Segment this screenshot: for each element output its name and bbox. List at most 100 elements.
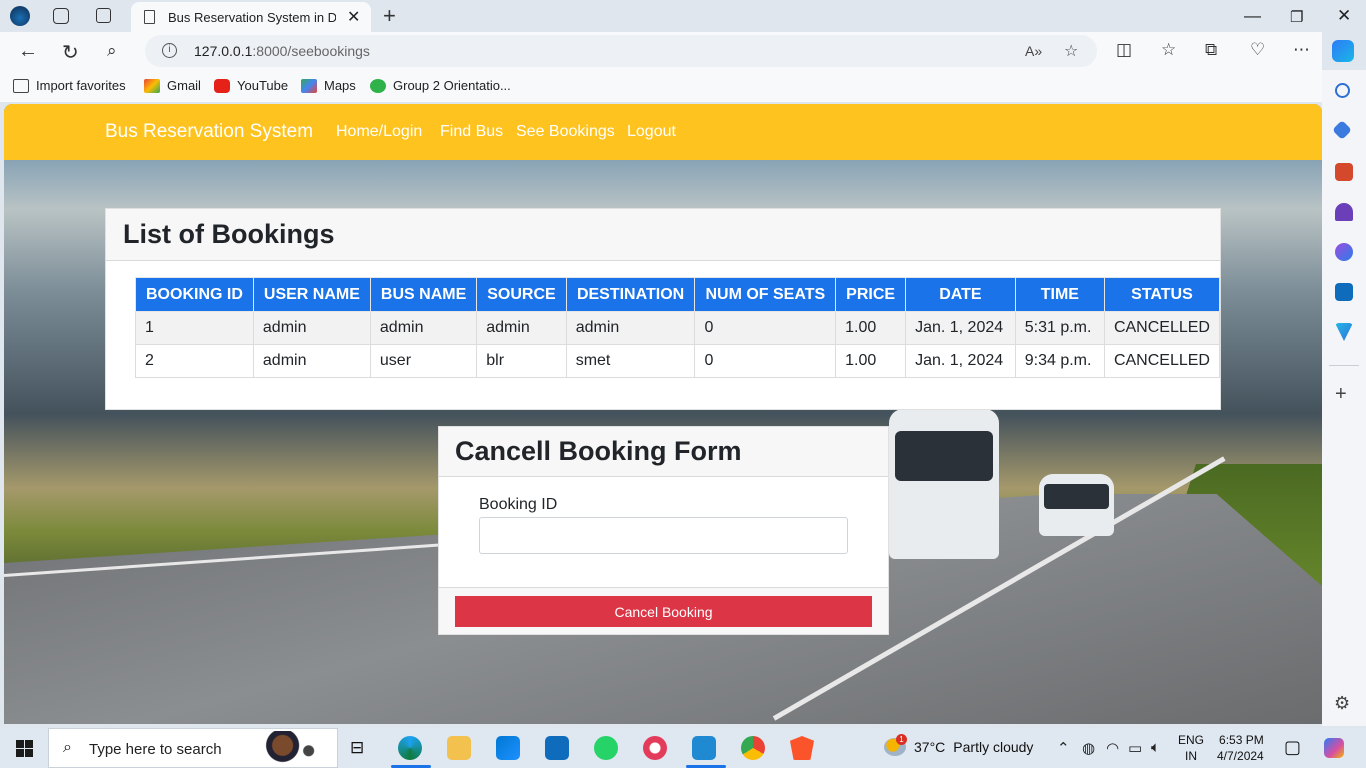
microsoft365-icon[interactable] xyxy=(1335,243,1353,261)
brave-icon[interactable] xyxy=(790,736,814,760)
whatsapp-icon[interactable] xyxy=(594,736,618,760)
sidebar-search-icon[interactable] xyxy=(1335,83,1350,98)
nav-see-bookings[interactable]: See Bookings xyxy=(516,123,615,141)
table-cell: CANCELLED xyxy=(1103,344,1221,378)
youtube-icon xyxy=(214,78,230,93)
restore-icon[interactable]: ❐ xyxy=(1290,8,1303,26)
weather-desc: Partly cloudy xyxy=(953,739,1034,755)
more-icon[interactable]: ⋯ xyxy=(1293,40,1310,60)
address-field[interactable]: i 127.0.0.1:8000/seebookings A» ☆ xyxy=(145,35,1097,67)
mail-icon[interactable] xyxy=(545,736,569,760)
close-tab-icon[interactable]: ✕ xyxy=(347,7,360,27)
tab-actions-icon[interactable] xyxy=(96,8,111,23)
edge-taskbar-icon[interactable] xyxy=(398,736,422,760)
file-explorer-icon[interactable] xyxy=(447,736,471,760)
copilot-icon[interactable] xyxy=(1332,40,1354,62)
favorite-star-icon[interactable]: ☆ xyxy=(1064,41,1078,61)
sidebar-divider xyxy=(1329,365,1359,366)
column-header: TIME xyxy=(1014,277,1105,312)
minimize-icon[interactable]: — xyxy=(1244,6,1261,26)
site-info-icon[interactable]: i xyxy=(162,43,177,58)
drop-icon[interactable] xyxy=(1335,323,1353,341)
taskbar: ⌕ Type here to search ⊟ 1 37°C Partly cl… xyxy=(0,728,1366,768)
cancel-booking-card: Cancell Booking Form Booking ID Cancel B… xyxy=(438,426,889,635)
table-cell: 5:31 p.m. xyxy=(1014,311,1105,345)
column-header: DESTINATION xyxy=(565,277,696,312)
workspaces-icon[interactable] xyxy=(53,8,69,24)
favorite-youtube[interactable]: YouTube xyxy=(214,78,288,93)
read-aloud-icon[interactable]: A» xyxy=(1025,43,1042,59)
back-icon[interactable]: ← xyxy=(18,40,38,63)
column-header: USER NAME xyxy=(252,277,371,312)
split-screen-icon[interactable]: ◫ xyxy=(1116,40,1132,60)
column-header: BOOKING ID xyxy=(135,277,254,312)
background-bus xyxy=(889,409,999,559)
clock[interactable]: 6:53 PM 4/7/2024 xyxy=(1217,732,1264,764)
table-cell: 2 xyxy=(135,344,254,378)
table-cell: 1.00 xyxy=(835,311,907,345)
table-cell: admin xyxy=(565,311,696,345)
collections-icon[interactable]: ⧉ xyxy=(1205,40,1217,60)
search-icon[interactable]: ⌕ xyxy=(107,41,117,61)
vscode-icon[interactable] xyxy=(692,736,716,760)
window-close-icon[interactable]: ✕ xyxy=(1337,6,1351,26)
brand-link[interactable]: Bus Reservation System xyxy=(105,121,313,143)
background-bus-far xyxy=(1039,474,1114,536)
table-cell: admin xyxy=(476,311,567,345)
table-cell: admin xyxy=(369,311,478,345)
favorite-maps[interactable]: Maps xyxy=(301,78,356,93)
favorite-import[interactable]: Import favorites xyxy=(13,78,126,93)
nav-find-bus[interactable]: Find Bus xyxy=(440,123,503,141)
notifications-icon[interactable]: ▢ xyxy=(1284,737,1301,758)
favorite-gmail[interactable]: Gmail xyxy=(144,78,201,93)
nav-home-login[interactable]: Home/Login xyxy=(336,123,422,141)
cancel-booking-button[interactable]: Cancel Booking xyxy=(455,596,872,627)
table-cell: smet xyxy=(565,344,696,378)
games-icon[interactable] xyxy=(1335,203,1353,221)
favorites-bar: Import favorites Gmail YouTube Maps Grou… xyxy=(0,70,1322,102)
volume-icon[interactable]: 🔈︎ xyxy=(1151,739,1160,756)
chrome-icon[interactable] xyxy=(741,736,765,760)
booking-id-input[interactable] xyxy=(479,517,848,554)
browser-essentials-icon[interactable]: ♡ xyxy=(1250,40,1265,60)
battery-icon[interactable]: ▭ xyxy=(1128,739,1142,757)
add-sidebar-app-icon[interactable]: + xyxy=(1335,383,1347,406)
bookings-card: List of Bookings BOOKING ID USER NAME BU… xyxy=(105,208,1221,410)
refresh-icon[interactable]: ↻ xyxy=(62,40,79,65)
weather-widget[interactable]: 1 37°C Partly cloudy xyxy=(884,734,1034,756)
task-view-icon[interactable]: ⊟ xyxy=(350,738,364,758)
sidebar-settings-icon[interactable]: ⚙ xyxy=(1334,693,1350,714)
maps-icon xyxy=(301,78,317,93)
outlook-icon[interactable] xyxy=(1335,283,1353,301)
copilot-taskbar-icon[interactable] xyxy=(1324,738,1344,758)
taskbar-search[interactable]: ⌕ Type here to search xyxy=(48,728,338,768)
wifi-icon[interactable]: ◠ xyxy=(1106,739,1119,757)
table-cell: Jan. 1, 2024 xyxy=(905,311,1016,345)
search-placeholder: Type here to search xyxy=(89,741,222,758)
url-text[interactable]: 127.0.0.1:8000/seebookings xyxy=(194,43,370,59)
tools-icon[interactable] xyxy=(1335,163,1353,181)
table-cell: 1 xyxy=(135,311,254,345)
column-header: BUS NAME xyxy=(369,277,478,312)
column-header: DATE xyxy=(905,277,1016,312)
favorite-group2[interactable]: Group 2 Orientatio... xyxy=(370,78,511,93)
table-cell: 0 xyxy=(694,344,837,378)
shopping-tag-icon[interactable] xyxy=(1332,120,1352,140)
search-icon: ⌕ xyxy=(63,739,72,756)
table-cell: 0 xyxy=(694,311,837,345)
favorites-icon[interactable]: ☆ xyxy=(1161,40,1176,60)
store-icon[interactable] xyxy=(496,736,520,760)
snipping-icon[interactable] xyxy=(643,736,667,760)
active-tab[interactable]: Bus Reservation System in Django ✕ xyxy=(131,2,371,32)
language-indicator[interactable]: ENG IN xyxy=(1178,732,1204,764)
column-header: STATUS xyxy=(1103,277,1221,312)
profile-avatar-icon[interactable] xyxy=(10,6,30,26)
start-icon[interactable] xyxy=(16,740,33,757)
meet-icon[interactable]: ◍ xyxy=(1082,739,1095,757)
cancel-form-footer: Cancel Booking xyxy=(439,587,888,634)
table-cell: admin xyxy=(252,344,371,378)
new-tab-icon[interactable]: + xyxy=(383,3,396,29)
nav-logout[interactable]: Logout xyxy=(627,123,676,141)
show-hidden-icons[interactable]: ⌃ xyxy=(1057,739,1070,757)
weather-badge: 1 xyxy=(896,734,907,745)
